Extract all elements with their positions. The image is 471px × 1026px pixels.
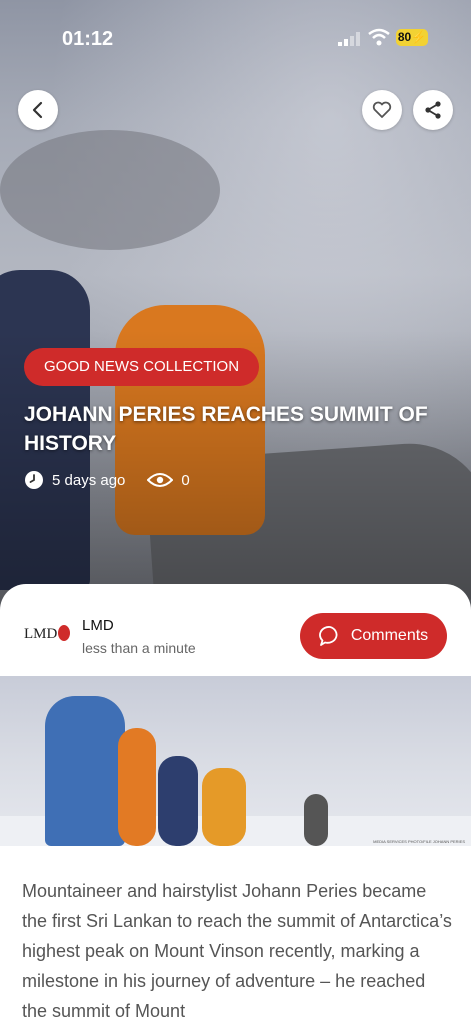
article-card: LMD LMD less than a minute Comments MEDI…: [0, 584, 471, 1024]
read-time: less than a minute: [82, 640, 196, 656]
photo-climber: [202, 768, 246, 846]
hero-image: [0, 0, 471, 610]
battery-indicator: 80⚡: [396, 29, 428, 46]
author-name: LMD: [82, 617, 114, 634]
comments-label: Comments: [350, 627, 429, 644]
category-badge[interactable]: GOOD NEWS COLLECTION: [24, 348, 260, 386]
photo-climber: [304, 794, 328, 846]
status-bar: 01:12 80⚡: [0, 0, 471, 80]
logo-mark-icon: [58, 625, 71, 641]
comments-button[interactable]: Comments: [300, 613, 447, 659]
article-photo: MEDIA SERVICES PHOTO/FILE JOHANN PERIES: [0, 676, 471, 846]
hero-rock-upper: [0, 130, 220, 250]
view-count: 0: [181, 471, 190, 489]
share-button[interactable]: [413, 90, 453, 130]
article-body: Mountaineer and hairstylist Johann Perie…: [22, 881, 452, 1021]
article-title: JOHANN PERIES REACHES SUMMIT OF HISTORY: [24, 403, 428, 455]
back-button[interactable]: [18, 90, 58, 130]
share-icon: [425, 101, 441, 119]
posted-time: 5 days ago: [52, 471, 126, 489]
author-logo-text: LMD: [24, 626, 58, 642]
status-time: 01:12: [62, 28, 114, 50]
comment-bubble-icon: [318, 626, 338, 646]
eye-icon: [147, 473, 174, 487]
chevron-left-icon: [32, 101, 43, 119]
heart-icon: [372, 101, 392, 118]
author-logo: LMD: [24, 625, 71, 643]
photo-climber: [45, 696, 125, 846]
photo-climber: [158, 756, 198, 846]
battery-level: 80: [397, 30, 412, 44]
favorite-button[interactable]: [362, 90, 402, 130]
article-meta: 5 days ago 0: [24, 470, 190, 490]
photo-climber: [118, 728, 156, 846]
cellular-signal-icon: [338, 32, 360, 46]
wifi-icon: [368, 28, 390, 46]
photo-credit: MEDIA SERVICES PHOTO/FILE JOHANN PERIES: [373, 839, 465, 844]
clock-icon: [25, 471, 43, 489]
